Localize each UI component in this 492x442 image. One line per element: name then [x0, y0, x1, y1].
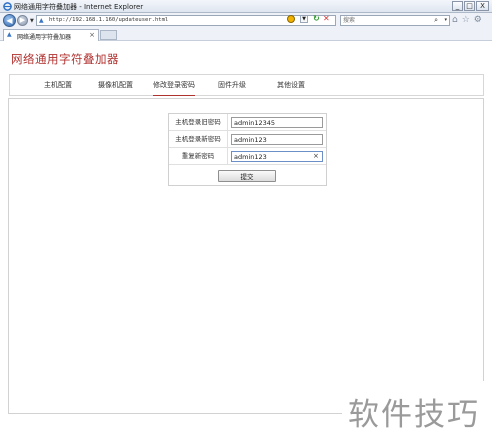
search-input[interactable]	[341, 16, 426, 25]
maximize-button[interactable]: □	[464, 1, 475, 11]
nav-firmware-upgrade[interactable]: 固件升级	[218, 80, 246, 90]
compatibility-view-icon[interactable]	[287, 15, 295, 23]
search-box[interactable]: ⌕ ▾	[340, 15, 450, 26]
minimize-button[interactable]: _	[452, 1, 463, 11]
favorites-star-icon[interactable]: ☆	[462, 14, 470, 26]
old-password-label: 主机登录旧密码	[169, 114, 228, 131]
address-dropdown-icon[interactable]: ▼	[300, 15, 308, 23]
new-password-label: 主机登录新密码	[169, 131, 228, 148]
new-tab-button[interactable]	[100, 30, 117, 40]
form-row-new-password: 主机登录新密码	[169, 131, 326, 148]
browser-tab[interactable]: ▲ 网络通用字符叠加器 ×	[3, 29, 99, 41]
change-password-form: 主机登录旧密码 主机登录新密码 重复新密码 × 提交	[168, 113, 327, 186]
repeat-password-label: 重复新密码	[169, 148, 228, 165]
new-password-field[interactable]	[231, 134, 323, 145]
page-icon: ▲	[39, 17, 44, 24]
nav-change-password[interactable]: 修改登录密码	[153, 80, 195, 96]
form-row-old-password: 主机登录旧密码	[169, 114, 326, 131]
old-password-field[interactable]	[231, 117, 323, 128]
window-controls: _ □ X	[452, 1, 489, 11]
window-titlebar: 网络通用字符叠加器 - Internet Explorer _ □ X	[0, 0, 492, 13]
browser-tools: ⌂ ☆ ⚙	[452, 14, 482, 26]
home-icon[interactable]: ⌂	[452, 14, 458, 26]
search-icon[interactable]: ⌕	[434, 16, 438, 25]
tab-page-icon: ▲	[7, 31, 12, 38]
nav-camera-config[interactable]: 摄像机配置	[98, 80, 133, 90]
close-window-button[interactable]: X	[476, 1, 489, 11]
tab-title: 网络通用字符叠加器	[17, 34, 72, 41]
stop-icon[interactable]: ✕	[323, 15, 332, 23]
gear-icon[interactable]: ⚙	[474, 14, 482, 26]
url-text[interactable]: http://192.168.1.160/updateuser.html	[49, 17, 168, 23]
refresh-icon[interactable]: ↻	[313, 15, 322, 23]
search-dropdown-icon[interactable]: ▾	[444, 17, 447, 23]
ie-logo-icon	[3, 2, 12, 11]
clear-field-icon[interactable]: ×	[313, 152, 319, 161]
watermark: 软件技巧	[342, 381, 492, 442]
nav-host-config[interactable]: 主机配置	[44, 80, 72, 90]
submit-button[interactable]: 提交	[218, 170, 276, 182]
page-title: 网络通用字符叠加器	[11, 52, 119, 66]
repeat-password-field[interactable]	[231, 151, 323, 162]
back-button[interactable]: ◀	[3, 14, 16, 27]
content-panel: 主机登录旧密码 主机登录新密码 重复新密码 × 提交	[8, 98, 484, 414]
watermark-text: 软件技巧	[348, 397, 480, 433]
tab-strip: ▲ 网络通用字符叠加器 ×	[0, 28, 492, 41]
tab-close-icon[interactable]: ×	[89, 31, 95, 39]
navigation-bar: ◀ ▶ ▼ ▲ http://192.168.1.160/updateuser.…	[0, 13, 492, 28]
form-row-repeat-password: 重复新密码 ×	[169, 148, 326, 165]
window-title: 网络通用字符叠加器 - Internet Explorer	[14, 3, 144, 11]
nav-other-settings[interactable]: 其他设置	[277, 80, 305, 90]
history-dropdown-icon[interactable]: ▼	[30, 18, 34, 24]
forward-button[interactable]: ▶	[17, 15, 28, 26]
main-nav: 主机配置 摄像机配置 修改登录密码 固件升级 其他设置	[9, 74, 484, 96]
